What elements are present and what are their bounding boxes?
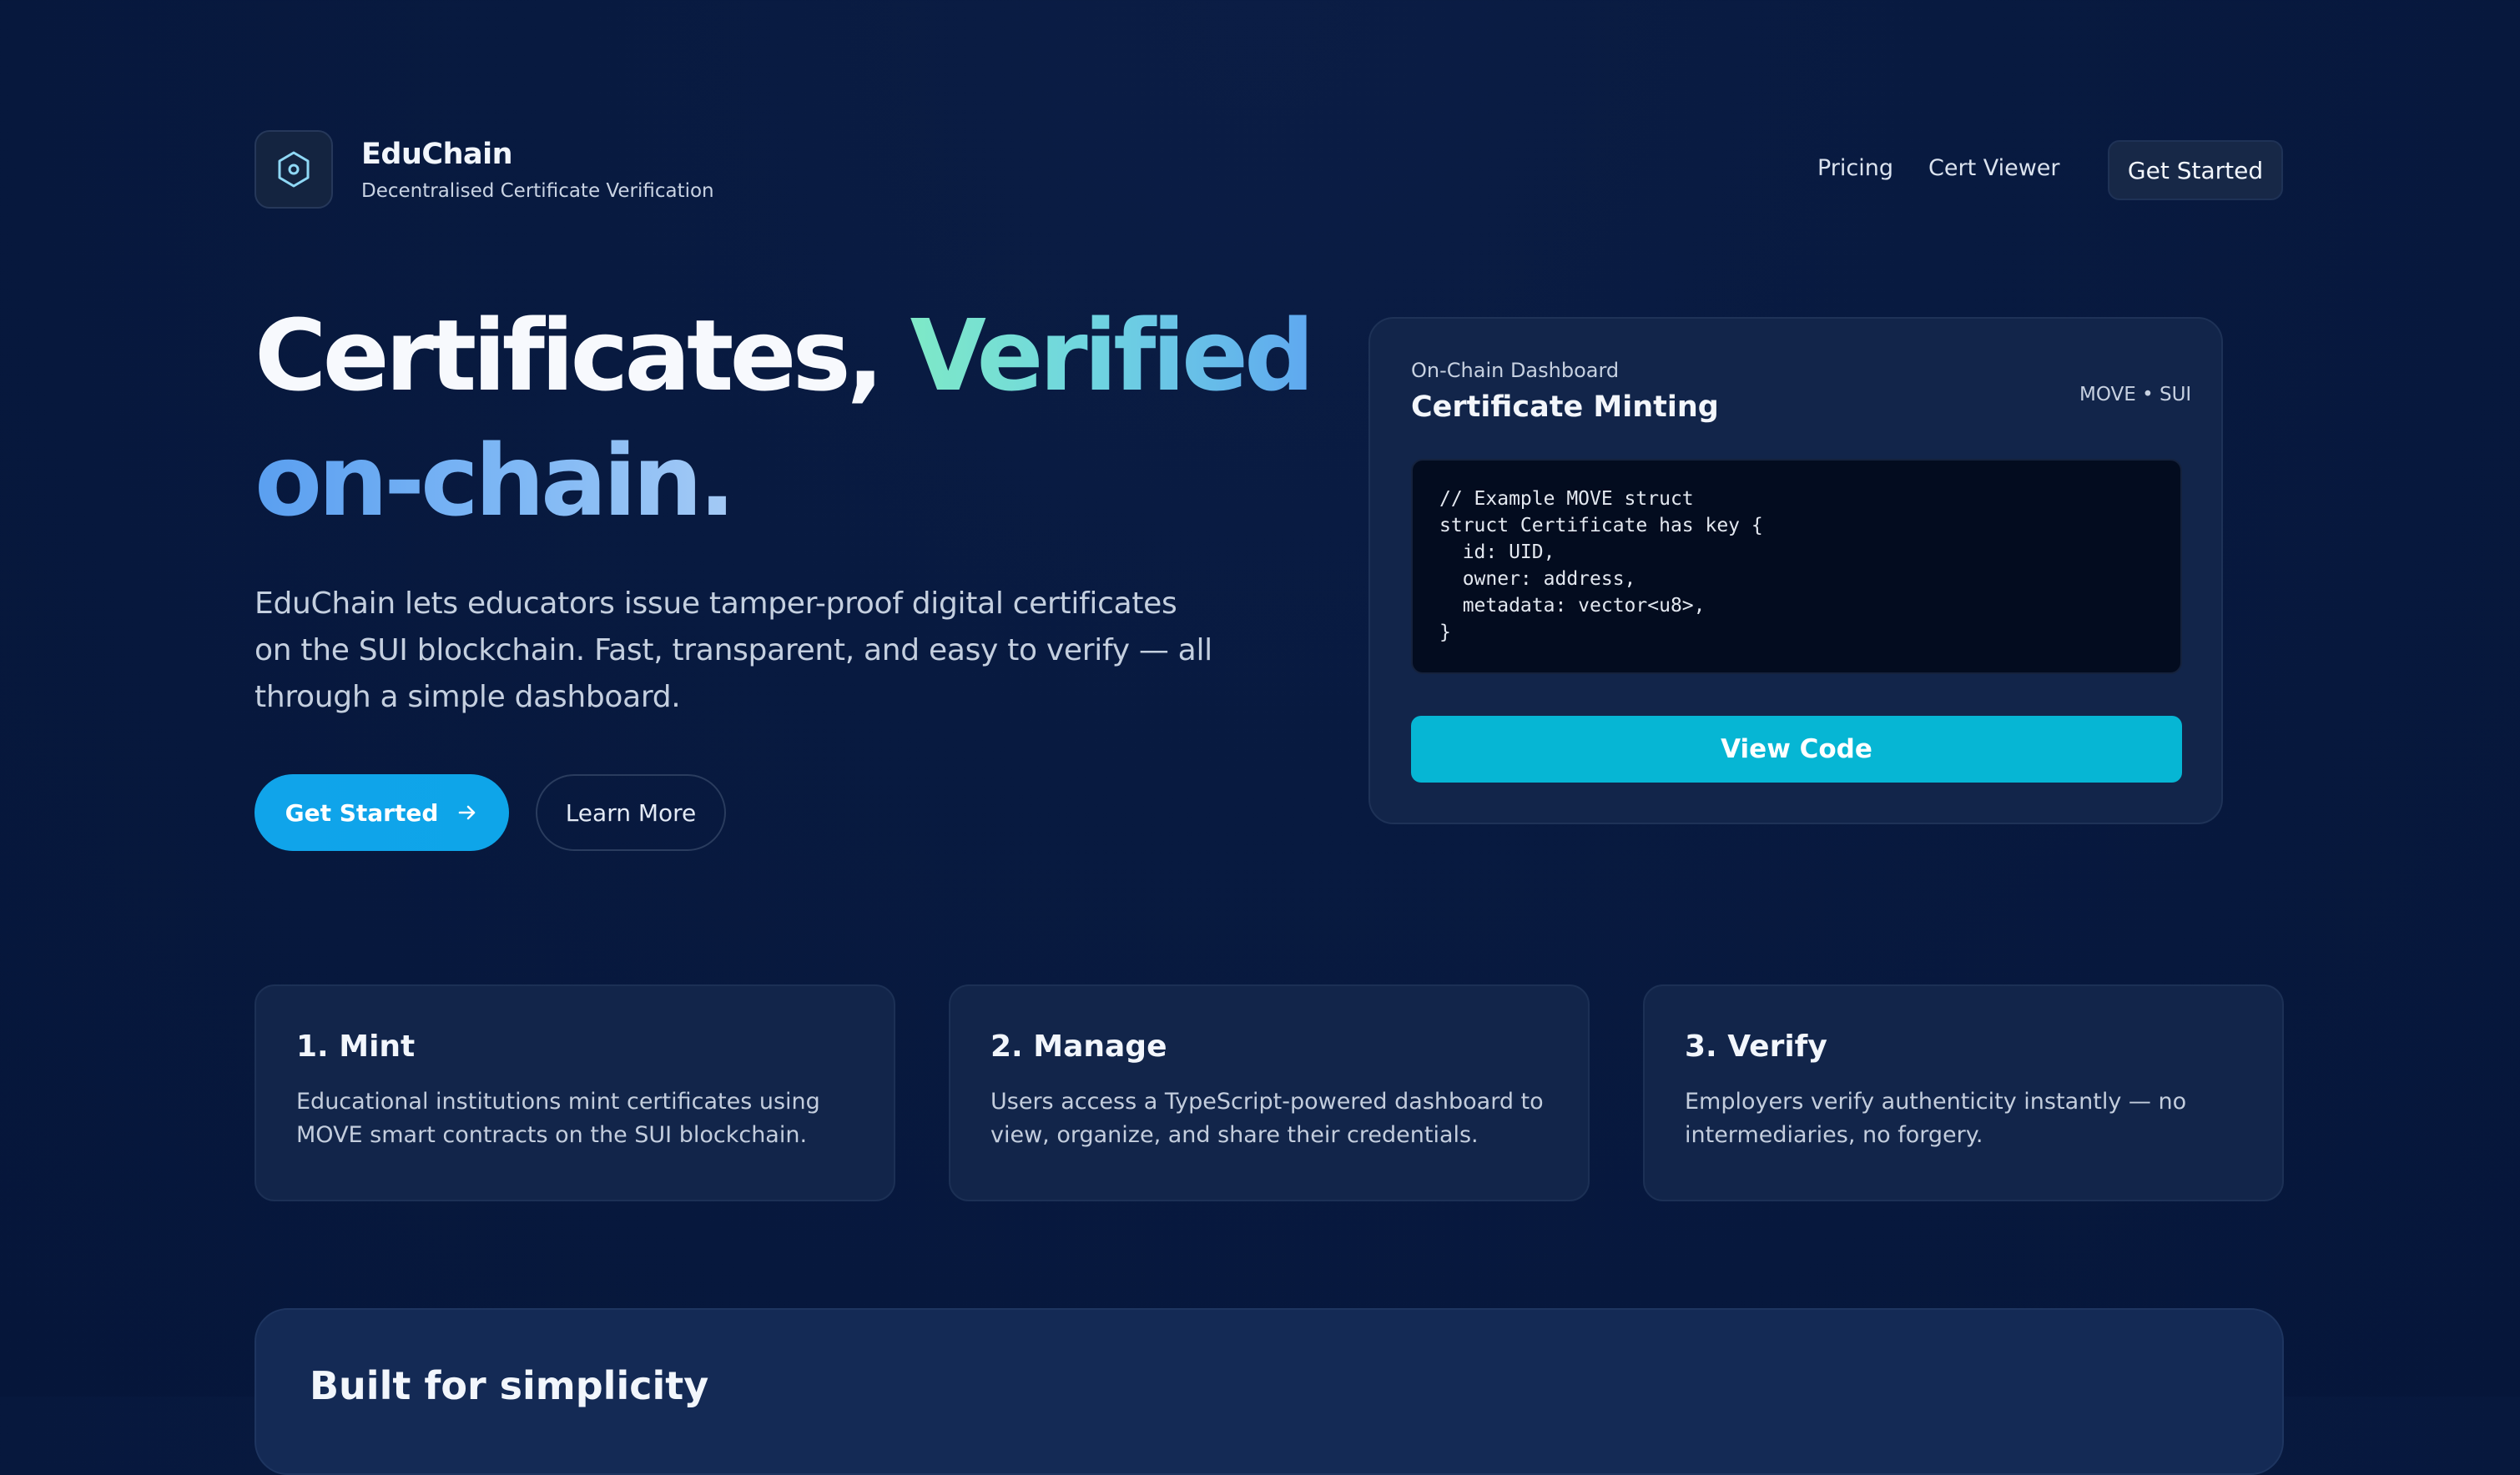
- code-line: }: [1439, 622, 1451, 643]
- step-card-manage: 2. Manage Users access a TypeScript-powe…: [949, 984, 1590, 1201]
- step-card-verify: 3. Verify Employers verify authenticity …: [1643, 984, 2284, 1201]
- step-text: Educational institutions mint certificat…: [296, 1089, 820, 1148]
- code-line: id: UID,: [1439, 541, 1555, 563]
- step-title: 1. Mint: [296, 1029, 416, 1064]
- view-code-button[interactable]: View Code: [1411, 716, 2182, 783]
- hero-title-line-1: Certificates, Verified: [255, 297, 1315, 414]
- dashboard-badge: MOVE • SUI: [2079, 384, 2192, 405]
- nav-cert-viewer-link[interactable]: Cert Viewer: [1928, 155, 2060, 181]
- step-title: 3. Verify: [1685, 1029, 1827, 1064]
- dashboard-title: Certificate Minting: [1411, 390, 1719, 424]
- brand-tagline: Decentralised Certificate Verification: [361, 180, 714, 202]
- step-text: Users access a TypeScript-powered dashbo…: [990, 1089, 1544, 1148]
- hero-get-started-label: Get Started: [285, 798, 439, 827]
- hero-title-line-2: on-chain.: [255, 422, 736, 539]
- nav-get-started-button[interactable]: Get Started: [2108, 140, 2283, 200]
- arrow-right-icon: [459, 805, 476, 820]
- code-line: owner: address,: [1439, 568, 1636, 590]
- dashboard-kicker: On-Chain Dashboard: [1411, 359, 1620, 382]
- code-block: // Example MOVE struct struct Certificat…: [1411, 459, 2182, 674]
- brand-name[interactable]: EduChain: [361, 138, 513, 171]
- hexagon-icon: [278, 151, 310, 188]
- code-line: metadata: vector<u8>,: [1439, 595, 1706, 617]
- features-section-title: Built for simplicity: [310, 1363, 709, 1408]
- hero-description: EduChain lets educators issue tamper-pro…: [255, 586, 1212, 714]
- step-title: 2. Manage: [990, 1029, 1167, 1064]
- step-text: Employers verify authenticity instantly …: [1685, 1089, 2187, 1148]
- code-line: struct Certificate has key {: [1439, 515, 1763, 536]
- hero-title-certificates: Certificates,: [255, 298, 885, 413]
- hero-title-on-chain: on-chain.: [255, 423, 736, 538]
- logo[interactable]: [255, 130, 333, 209]
- hero-get-started-button[interactable]: Get Started: [255, 774, 509, 851]
- step-card-mint: 1. Mint Educational institutions mint ce…: [255, 984, 895, 1201]
- hero-title-verified: Verified: [910, 298, 1315, 413]
- code-line: // Example MOVE struct: [1439, 488, 1694, 510]
- hero-learn-more-button[interactable]: Learn More: [536, 774, 726, 851]
- nav-pricing-link[interactable]: Pricing: [1817, 155, 1893, 181]
